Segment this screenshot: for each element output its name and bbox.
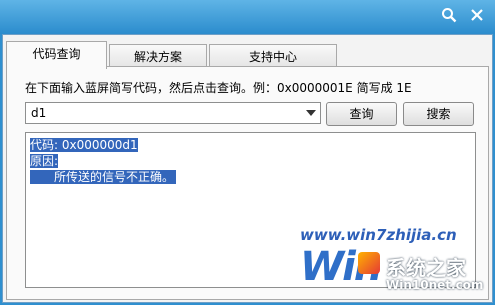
close-icon-glyph [471, 9, 483, 21]
code-combo-input[interactable]: d1 [25, 102, 321, 124]
result-reason-label: 原因: [30, 154, 59, 168]
result-code-line: 代码: 0x000000d1 [30, 138, 138, 152]
tab-bar: 代码查询 解决方案 支持中心 [6, 41, 339, 69]
windows-logo-icon [358, 252, 380, 274]
query-button[interactable]: 查询 [326, 102, 397, 126]
chevron-down-icon[interactable] [306, 110, 316, 116]
search-icon[interactable] [438, 4, 460, 26]
result-reason-text: 所传送的信号不正确。 [30, 170, 177, 184]
tab-code-query[interactable]: 代码查询 [6, 41, 107, 69]
watermark-url: www.win7zhijia.cn [300, 226, 457, 244]
watermark-site-url: Win10net.com [386, 278, 484, 292]
instruction-text: 在下面输入蓝屏简写代码，然后点击查询。例：0x0000001E 简写成 1E [25, 81, 412, 95]
search-button[interactable]: 搜索 [403, 102, 474, 126]
close-icon[interactable] [466, 4, 488, 26]
watermark-site-name: 系统之家 [386, 256, 466, 280]
title-bar [0, 0, 495, 34]
watermark: www.win7zhijia.cn Win 系统之家 Win10net.com [300, 226, 490, 296]
code-input-value: d1 [31, 106, 47, 120]
search-icon-glyph [442, 8, 457, 23]
